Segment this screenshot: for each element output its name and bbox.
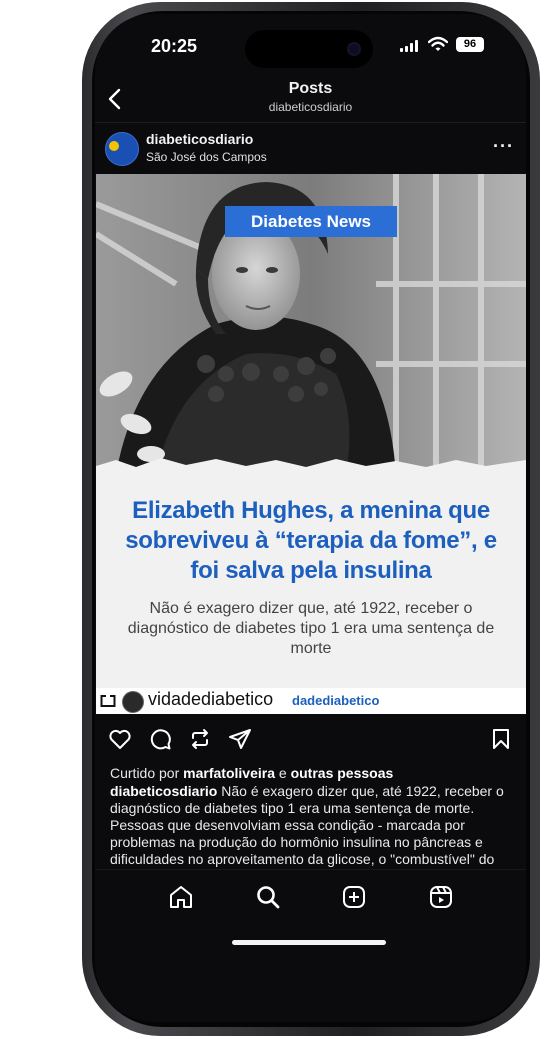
repost-action-icon[interactable]: [188, 727, 212, 751]
search-icon[interactable]: [255, 884, 281, 910]
page-title: Posts: [288, 80, 333, 97]
signal-icon: [400, 40, 420, 52]
more-icon[interactable]: ···: [493, 137, 514, 155]
caption-username[interactable]: diabeticosdiario: [110, 783, 217, 799]
repost-handle: dadediabetico: [292, 693, 380, 708]
post-image-subtitle: Não é exagero dizer que, até 1922, receb…: [127, 600, 495, 657]
screen: 20:25 96 Posts diabeticosdiario diabetic…: [95, 14, 526, 1022]
tab-bar: [95, 869, 526, 930]
page-subtitle: diabeticosdiario: [268, 100, 353, 114]
liked-others[interactable]: outras pessoas: [291, 765, 394, 781]
camera-icon: [349, 44, 359, 54]
post-username[interactable]: diabeticosdiario: [146, 131, 253, 147]
dynamic-island: [245, 30, 373, 68]
repost-icon: [100, 694, 116, 707]
status-time: 20:25: [151, 36, 198, 56]
reels-icon[interactable]: [428, 884, 454, 910]
sun-logo-icon: [109, 141, 119, 151]
home-indicator[interactable]: [232, 940, 386, 945]
post-caption: diabeticosdiario Não é exagero dizer que…: [110, 783, 515, 869]
avatar[interactable]: [105, 132, 139, 166]
post-image[interactable]: Diabetes News Elizabeth Hughes, a menina…: [96, 174, 526, 714]
repost-username: vidadediabetico: [148, 689, 274, 709]
wifi-icon: [428, 36, 448, 51]
news-badge: Diabetes News: [225, 206, 397, 237]
liked-by[interactable]: Curtido por marfatoliveira e outras pess…: [110, 765, 393, 781]
comment-icon[interactable]: [148, 727, 172, 751]
divider: [95, 122, 526, 123]
post-location[interactable]: São José dos Campos: [146, 150, 267, 164]
share-icon[interactable]: [228, 727, 252, 751]
post-headline: Elizabeth Hughes, a menina que sobrevive…: [125, 497, 497, 584]
liked-user[interactable]: marfatoliveira: [183, 765, 275, 781]
battery-indicator: 96: [456, 37, 484, 52]
repost-bar: vidadediabetico dadediabetico: [96, 688, 526, 714]
heart-icon[interactable]: [108, 727, 132, 751]
bookmark-icon[interactable]: [489, 727, 513, 751]
repost-avatar: [122, 691, 144, 713]
home-icon[interactable]: [168, 884, 194, 910]
create-icon[interactable]: [341, 884, 367, 910]
